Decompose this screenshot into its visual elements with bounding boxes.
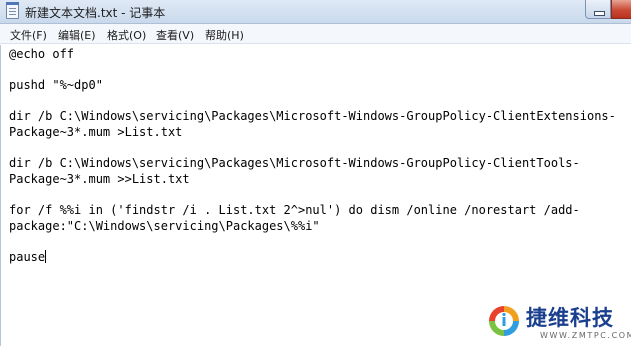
editor-line: pushd "%~dp0" (9, 78, 103, 93)
watermark-name: 捷维科技 (526, 306, 614, 330)
notepad-icon[interactable] (6, 2, 19, 19)
menu-help[interactable]: 帮助(H) (205, 27, 244, 43)
editor-line-last: pause (9, 249, 624, 266)
editor-line: Package~3*.mum >>List.txt (9, 171, 190, 186)
menu-edit[interactable]: 编辑(E) (58, 27, 96, 43)
logo-icon (489, 306, 519, 336)
editor-line: dir /b C:\Windows\servicing\Packages\Mic… (9, 109, 616, 124)
menu-format[interactable]: 格式(O) (107, 27, 146, 43)
window-title: 新建文本文档.txt - 记事本 (25, 6, 166, 20)
editor-line: dir /b C:\Windows\servicing\Packages\Mic… (9, 156, 580, 171)
editor-content[interactable]: @echo off pushd "%~dp0" dir /b C:\Window… (9, 47, 624, 265)
editor-line: pause (9, 249, 46, 264)
menu-view[interactable]: 查看(V) (156, 27, 194, 43)
watermark-url: WWW.ZMTPC.COM (540, 331, 631, 340)
editor-line: package:"C:\Windows\servicing\Packages\%… (9, 218, 320, 233)
editor-line: @echo off (9, 47, 75, 61)
editor-line: for /f %%i in ('findstr /i . List.txt 2^… (9, 202, 580, 217)
text-editor[interactable]: @echo off pushd "%~dp0" dir /b C:\Window… (0, 45, 631, 346)
menu-file[interactable]: 文件(F) (10, 27, 47, 43)
menu-bar: 文件(F) 编辑(E) 格式(O) 查看(V) 帮助(H) (0, 24, 631, 44)
text-caret (45, 249, 47, 263)
close-button[interactable] (611, 0, 631, 19)
title-bar[interactable]: 新建文本文档.txt - 记事本 (0, 0, 631, 24)
minimize-button[interactable] (585, 0, 611, 19)
editor-line: Package~3*.mum >List.txt (9, 124, 183, 139)
notepad-window: 新建文本文档.txt - 记事本 文件(F) 编辑(E) 格式(O) 查看(V)… (0, 0, 631, 346)
